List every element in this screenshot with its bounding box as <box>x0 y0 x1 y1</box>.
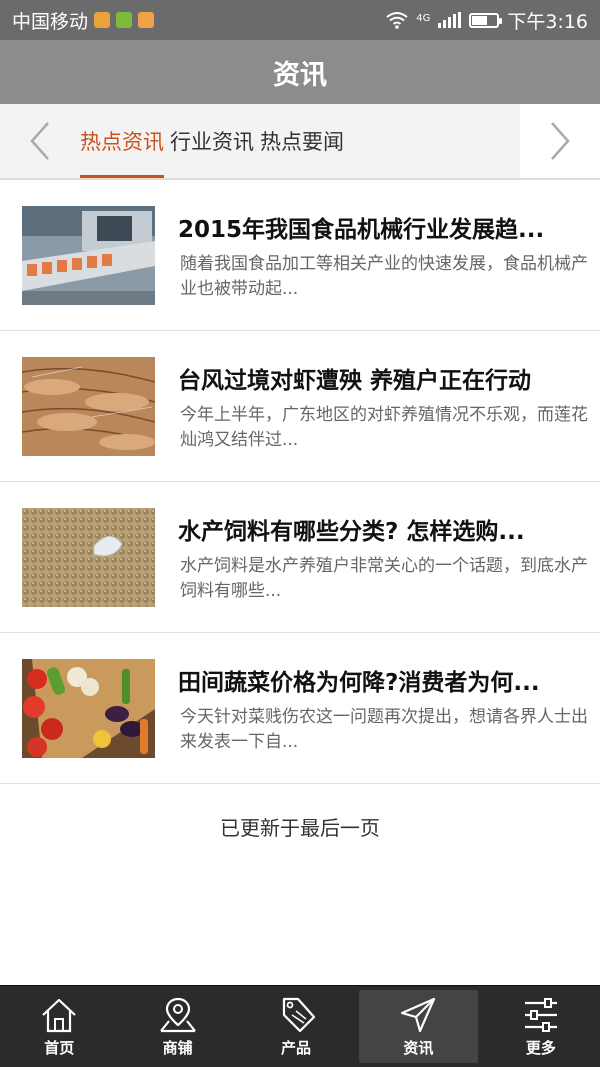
article-list: 2015年我国食品机械行业发展趋... 随着我国食品加工等相关产业的快速发展，食… <box>0 180 600 784</box>
nav-more[interactable]: 更多 <box>482 986 600 1067</box>
tab-list: 热点资讯 行业资讯 热点要闻 <box>80 104 350 178</box>
nav-label: 更多 <box>525 1039 556 1057</box>
paper-plane-icon <box>401 997 436 1033</box>
article-item[interactable]: 水产饲料有哪些分类? 怎样选购... 水产饲料是水产养殖户非常关心的一个话题，到… <box>0 482 600 633</box>
nav-shop[interactable]: 商铺 <box>118 986 236 1067</box>
network-type: 4G <box>416 12 431 24</box>
tab-headlines[interactable]: 热点要闻 <box>260 104 350 178</box>
article-item[interactable]: 田间蔬菜价格为何降?消费者为何... 今天针对菜贱伤农这一问题再次提出，想请各界… <box>0 633 600 784</box>
article-thumbnail-food-machinery <box>22 206 155 305</box>
signal-icon <box>438 12 462 28</box>
page-title-bar: 资讯 <box>0 40 600 104</box>
nav-label: 商铺 <box>162 1039 193 1057</box>
nav-label: 资讯 <box>403 1039 434 1057</box>
article-title: 台风过境对虾遭殃 养殖户正在行动 <box>178 368 532 394</box>
sliders-icon <box>524 998 557 1032</box>
article-item[interactable]: 2015年我国食品机械行业发展趋... 随着我国食品加工等相关产业的快速发展，食… <box>0 180 600 331</box>
article-summary: 随着我国食品加工等相关产业的快速发展，食品机械产业也被带动起... <box>180 254 588 299</box>
carrier-name: 中国移动 <box>12 10 89 33</box>
tab-scroll-right-button[interactable] <box>520 104 600 178</box>
nav-news[interactable]: 资讯 <box>359 990 478 1063</box>
article-item[interactable]: 台风过境对虾遭殃 养殖户正在行动 今年上半年，广东地区的对虾养殖情况不乐观，而莲… <box>0 331 600 482</box>
nav-products[interactable]: 产品 <box>237 986 355 1067</box>
app-notification-icon <box>94 12 111 28</box>
battery-icon <box>469 12 503 28</box>
wifi-icon <box>386 12 408 29</box>
home-icon <box>42 998 76 1033</box>
nav-label: 首页 <box>44 1039 75 1057</box>
tab-hot-news[interactable]: 热点资讯 <box>80 104 170 178</box>
bottom-nav-bar: 首页 商铺 产品 资讯 更多 <box>0 985 600 1067</box>
end-of-list-note: 已更新于最后一页 <box>220 816 380 840</box>
nav-label: 产品 <box>281 1039 312 1057</box>
article-summary: 今天针对菜贱伤农这一问题再次提出，想请各界人士出来发表一下自... <box>180 707 588 752</box>
article-thumbnail-feed-pellets <box>22 508 155 607</box>
shop-map-icon <box>159 997 196 1033</box>
article-thumbnail-shrimp <box>22 357 155 456</box>
chevron-left-icon <box>30 122 49 160</box>
chevron-right-icon <box>551 122 570 160</box>
article-title: 水产饲料有哪些分类? 怎样选购... <box>178 519 525 545</box>
carrier-group: 中国移动 <box>12 7 155 34</box>
article-thumbnail-vegetables <box>22 659 155 758</box>
category-tab-bar: 热点资讯 行业资讯 热点要闻 <box>0 104 600 180</box>
app-notification-icon <box>138 12 155 28</box>
app-notification-icon <box>116 12 133 28</box>
tab-industry-news[interactable]: 行业资讯 <box>170 104 260 178</box>
tab-scroll-left-button[interactable] <box>0 104 80 178</box>
sale-tag-icon <box>282 997 316 1033</box>
article-title: 2015年我国食品机械行业发展趋... <box>178 217 545 243</box>
status-right-group: 4G 下午3:16 <box>386 7 588 34</box>
page-title: 资讯 <box>273 59 327 91</box>
article-summary: 今年上半年，广东地区的对虾养殖情况不乐观，而莲花灿鸿又结伴过... <box>180 405 588 450</box>
article-summary: 水产饲料是水产养殖户非常关心的一个话题，到底水产饲料有哪些... <box>180 556 588 601</box>
status-time: 下午3:16 <box>507 10 588 33</box>
nav-home[interactable]: 首页 <box>0 986 118 1067</box>
article-title: 田间蔬菜价格为何降?消费者为何... <box>178 670 540 696</box>
status-bar: 中国移动 4G 下午3:16 <box>0 0 600 40</box>
